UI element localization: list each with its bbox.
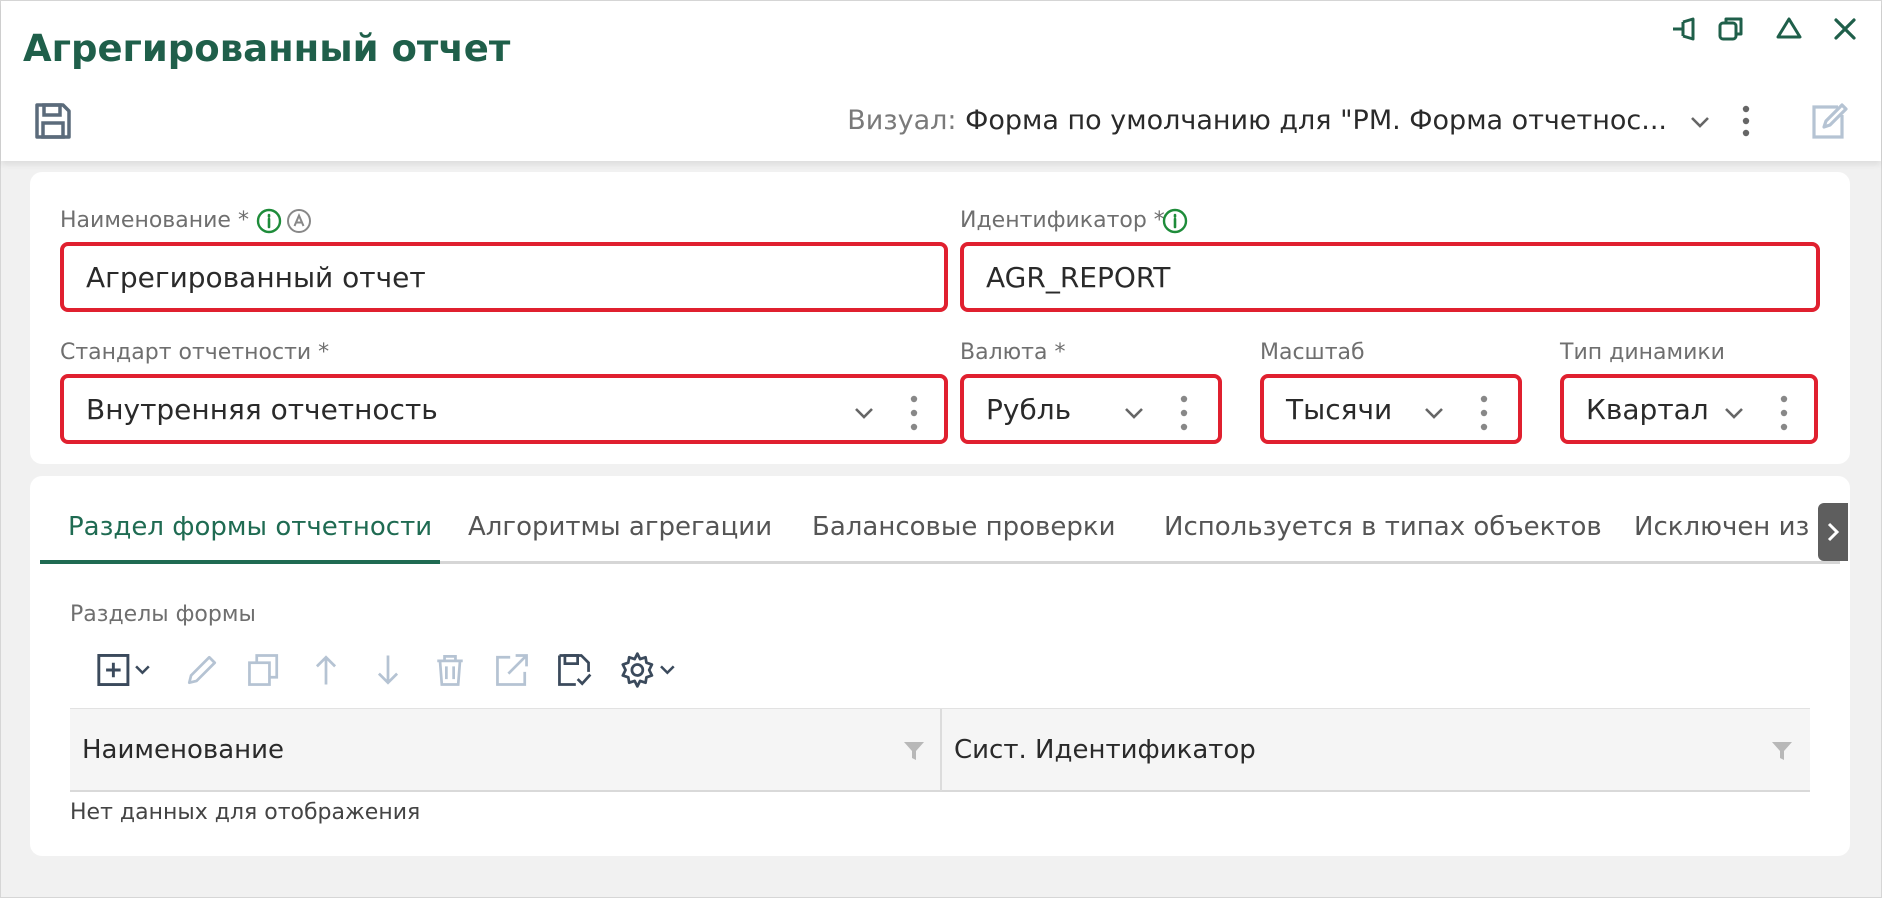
tab-aggregation-algorithms[interactable]: Алгоритмы агрегации [468,512,772,542]
active-tab-indicator [40,560,440,564]
dynamics-select[interactable]: Квартал [1560,374,1818,444]
chevron-down-icon[interactable] [1685,107,1715,137]
tab-balance-checks[interactable]: Балансовые проверки [812,512,1115,542]
tab-report-section[interactable]: Раздел формы отчетности [68,512,432,542]
restore-icon[interactable] [1711,9,1751,49]
currency-value: Рубль [986,392,1072,426]
auto-translate-icon[interactable] [286,208,312,234]
settings-icon[interactable] [614,648,688,692]
form-card: Наименование * Агрегированный отчет Иден… [30,172,1850,464]
column-name[interactable]: Наименование [70,709,938,791]
dynamics-label: Тип динамики [1560,340,1725,365]
collapse-icon[interactable] [1769,9,1809,49]
info-icon[interactable] [1162,208,1188,234]
info-icon[interactable] [256,208,282,234]
chevron-down-icon[interactable] [850,399,878,427]
scale-select[interactable]: Тысячи [1260,374,1522,444]
identifier-field[interactable]: AGR_REPORT [960,242,1820,312]
column-system-id[interactable]: Сист. Идентификатор [942,709,1810,791]
tab-excluded-from[interactable]: Исключен из т [1634,512,1833,542]
edit-pencil-icon[interactable] [180,648,224,692]
identifier-label: Идентификатор * [960,208,1165,233]
open-external-icon[interactable] [490,648,534,692]
visual-value[interactable]: Форма по умолчанию для "РМ. Форма отчетн… [965,105,1667,136]
move-up-icon[interactable] [304,648,348,692]
copy-icon[interactable] [242,648,286,692]
more-vertical-icon[interactable] [1776,391,1792,435]
chevron-down-icon[interactable] [1420,399,1448,427]
dynamics-value: Квартал [1586,392,1709,426]
header: Агрегированный отчет Визуал: Форма по ум… [1,1,1881,161]
scale-label: Масштаб [1260,340,1365,365]
edit-icon[interactable] [1806,99,1850,143]
empty-state-text: Нет данных для отображения [70,800,421,825]
name-label: Наименование * [60,208,249,233]
window-title: Агрегированный отчет [23,27,511,70]
add-icon[interactable] [92,648,162,692]
tabs-card: Раздел формы отчетности Алгоритмы агрега… [30,476,1850,856]
visual-label: Визуал: [847,105,957,136]
more-vertical-icon[interactable] [906,391,922,435]
name-field[interactable]: Агрегированный отчет [60,242,948,312]
column-system-id-label: Сист. Идентификатор [954,735,1256,765]
delete-icon[interactable] [428,648,472,692]
chevron-down-icon[interactable] [1120,399,1148,427]
standard-label: Стандарт отчетности * [60,340,330,365]
save-icon[interactable] [31,99,75,143]
move-down-icon[interactable] [366,648,410,692]
tabs-scroll-right-button[interactable] [1818,503,1848,561]
save-check-icon[interactable] [552,648,596,692]
more-vertical-icon[interactable] [1476,391,1492,435]
column-name-label: Наименование [82,735,285,765]
scale-value: Тысячи [1286,392,1393,426]
standard-select[interactable]: Внутренняя отчетность [60,374,948,444]
currency-select[interactable]: Рубль [960,374,1222,444]
more-vertical-icon[interactable] [1176,391,1192,435]
section-title: Разделы формы [70,602,256,627]
chevron-down-icon[interactable] [1720,399,1748,427]
pin-icon[interactable] [1665,9,1705,49]
filter-icon[interactable] [902,739,926,763]
chevron-right-icon [1827,522,1840,542]
filter-icon[interactable] [1770,739,1794,763]
visual-selector[interactable]: Визуал: Форма по умолчанию для "РМ. Форм… [847,105,1667,136]
grid-header: Наименование Сист. Идентификатор [70,708,1810,792]
tab-bar: Раздел формы отчетности Алгоритмы агрега… [40,476,1840,564]
tab-used-in-object-types[interactable]: Используется в типах объектов [1164,512,1602,542]
more-vertical-icon[interactable] [1734,101,1758,141]
close-icon[interactable] [1825,9,1865,49]
currency-label: Валюта * [960,340,1066,365]
standard-value: Внутренняя отчетность [86,392,438,426]
